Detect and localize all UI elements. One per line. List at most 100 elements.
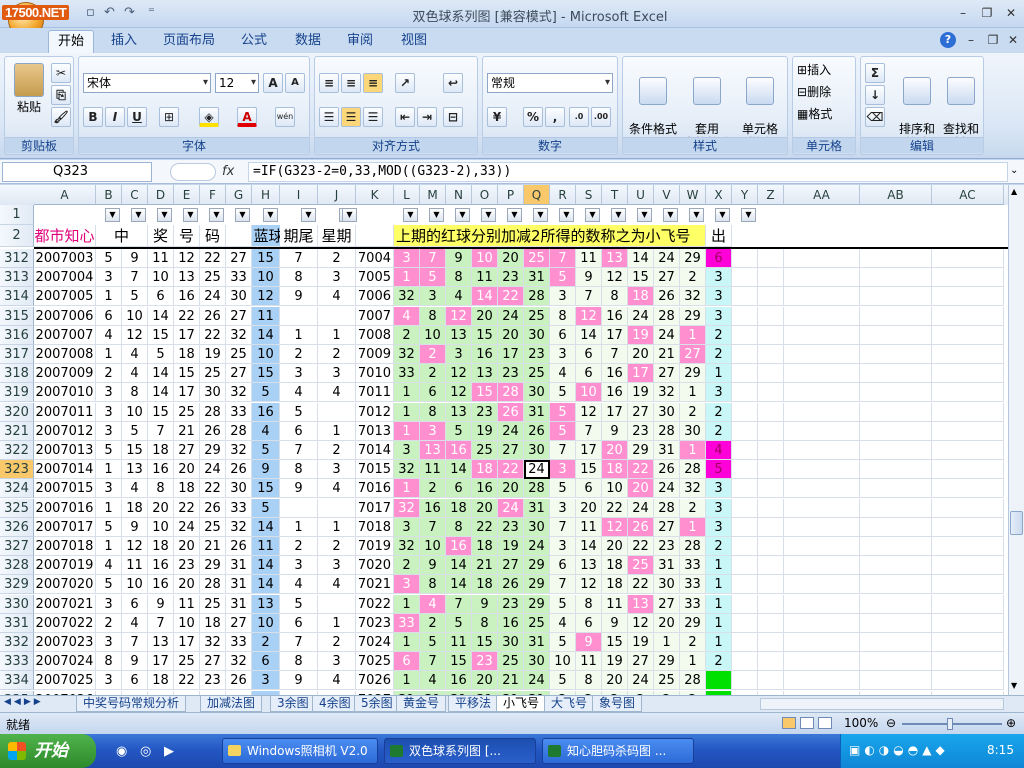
out-count-cell[interactable]: 2 bbox=[706, 422, 732, 441]
fly-number-cell[interactable]: 7 bbox=[576, 287, 602, 306]
period-cell[interactable]: 2007014 bbox=[34, 460, 96, 479]
fly-number-cell[interactable]: 28 bbox=[524, 287, 550, 306]
tray-icons[interactable]: ▣◐◑◒◓▲◆ bbox=[849, 743, 949, 757]
header-prize-2[interactable]: 奖 bbox=[148, 225, 174, 247]
red-ball-cell[interactable]: 3 bbox=[96, 268, 122, 287]
empty-cell[interactable] bbox=[860, 287, 932, 306]
fly-number-cell[interactable]: 1 bbox=[680, 441, 706, 460]
filter-dropdown-icon[interactable]: ▼ bbox=[715, 208, 730, 222]
empty-cell[interactable] bbox=[784, 652, 860, 671]
fly-number-cell[interactable]: 7 bbox=[420, 518, 446, 537]
fly-number-cell[interactable]: 24 bbox=[628, 307, 654, 326]
blue-ball-cell[interactable]: 15 bbox=[252, 479, 280, 498]
filter-dropdown-icon[interactable]: ▼ bbox=[157, 208, 172, 222]
row-header[interactable]: 312 bbox=[0, 249, 34, 268]
empty-cell[interactable] bbox=[758, 326, 784, 345]
issue-cell[interactable]: 7024 bbox=[356, 633, 394, 652]
empty-cell[interactable] bbox=[860, 595, 932, 614]
empty-cell[interactable] bbox=[732, 403, 758, 422]
fly-number-cell[interactable]: 24 bbox=[654, 249, 680, 268]
fly-number-cell[interactable]: 8 bbox=[576, 671, 602, 690]
fly-number-cell[interactable]: 10 bbox=[602, 479, 628, 498]
fly-number-cell[interactable]: 26 bbox=[498, 575, 524, 594]
fly-number-cell[interactable]: 25 bbox=[524, 307, 550, 326]
row-header[interactable]: 316 bbox=[0, 326, 34, 345]
red-ball-cell[interactable]: 25 bbox=[200, 518, 226, 537]
fly-number-cell[interactable]: 16 bbox=[420, 499, 446, 518]
empty-cell[interactable] bbox=[860, 479, 932, 498]
fly-number-cell[interactable]: 3 bbox=[394, 518, 420, 537]
period-cell[interactable]: 2007018 bbox=[34, 537, 96, 556]
fly-number-cell[interactable]: 3 bbox=[394, 249, 420, 268]
empty-cell[interactable] bbox=[758, 307, 784, 326]
fly-number-cell[interactable]: 4 bbox=[394, 307, 420, 326]
issue-cell[interactable]: 7021 bbox=[356, 575, 394, 594]
red-ball-cell[interactable]: 11 bbox=[122, 556, 148, 575]
row-header[interactable]: 324 bbox=[0, 479, 34, 498]
empty-cell[interactable] bbox=[732, 345, 758, 364]
bold-icon[interactable]: B bbox=[83, 107, 103, 127]
row-header[interactable]: 1 bbox=[0, 205, 34, 225]
empty-cell[interactable] bbox=[932, 287, 1004, 306]
scroll-up-icon[interactable]: ▲ bbox=[1011, 187, 1017, 196]
fly-number-cell[interactable]: 11 bbox=[602, 595, 628, 614]
empty-cell[interactable] bbox=[932, 499, 1004, 518]
fly-number-cell[interactable]: 7 bbox=[446, 595, 472, 614]
issue-cell[interactable]: 7008 bbox=[356, 326, 394, 345]
fly-number-cell[interactable]: 2 bbox=[680, 499, 706, 518]
red-ball-cell[interactable]: 20 bbox=[174, 460, 200, 479]
empty-cell[interactable] bbox=[860, 403, 932, 422]
period-cell[interactable]: 2007009 bbox=[34, 364, 96, 383]
red-ball-cell[interactable]: 33 bbox=[226, 268, 252, 287]
weekday-cell[interactable]: 2 bbox=[318, 441, 356, 460]
out-count-cell[interactable]: 3 bbox=[706, 268, 732, 287]
red-ball-cell[interactable]: 1 bbox=[96, 345, 122, 364]
fly-number-cell[interactable]: 27 bbox=[654, 364, 680, 383]
horizontal-scrollbar[interactable] bbox=[760, 698, 1004, 710]
blue-ball-cell[interactable]: 6 bbox=[252, 652, 280, 671]
fly-number-cell[interactable]: 18 bbox=[472, 575, 498, 594]
filter-dropdown-icon[interactable]: ▼ bbox=[533, 208, 548, 222]
fly-number-cell[interactable]: 16 bbox=[498, 614, 524, 633]
red-ball-cell[interactable]: 12 bbox=[122, 326, 148, 345]
fly-number-cell[interactable]: 9 bbox=[420, 556, 446, 575]
blue-ball-cell[interactable]: 10 bbox=[252, 268, 280, 287]
empty-cell[interactable] bbox=[758, 537, 784, 556]
red-ball-cell[interactable]: 25 bbox=[200, 268, 226, 287]
empty-cell[interactable] bbox=[758, 614, 784, 633]
issue-cell[interactable]: 7018 bbox=[356, 518, 394, 537]
grow-font-icon[interactable]: A bbox=[263, 73, 283, 93]
fly-number-cell[interactable]: 6 bbox=[446, 479, 472, 498]
font-color-icon[interactable]: A bbox=[237, 107, 257, 127]
fly-number-cell[interactable]: 4 bbox=[420, 595, 446, 614]
weekday-cell[interactable]: 1 bbox=[318, 614, 356, 633]
fly-number-cell[interactable]: 25 bbox=[654, 671, 680, 690]
row-header[interactable]: 314 bbox=[0, 287, 34, 306]
sheet-tab[interactable]: 大飞号 bbox=[544, 696, 595, 712]
fly-number-cell[interactable]: 18 bbox=[602, 556, 628, 575]
empty-cell[interactable] bbox=[758, 287, 784, 306]
red-ball-cell[interactable]: 9 bbox=[122, 249, 148, 268]
quicklaunch-icon-1[interactable]: ◉ bbox=[116, 744, 127, 759]
red-ball-cell[interactable]: 10 bbox=[122, 575, 148, 594]
fly-number-cell[interactable]: 19 bbox=[602, 652, 628, 671]
ribbon-close-icon[interactable]: ✕ bbox=[1004, 32, 1022, 48]
period-tail-cell[interactable]: 8 bbox=[280, 460, 318, 479]
fly-number-cell[interactable]: 4 bbox=[446, 287, 472, 306]
red-ball-cell[interactable]: 5 bbox=[148, 345, 174, 364]
empty-cell[interactable] bbox=[784, 441, 860, 460]
font-size-select[interactable]: 12 bbox=[215, 73, 259, 93]
sheet-tab[interactable]: 象号图 bbox=[592, 696, 643, 712]
filter-dropdown-icon[interactable]: ▼ bbox=[455, 208, 470, 222]
fly-number-cell[interactable]: 3 bbox=[550, 499, 576, 518]
sheet-nav-icon[interactable]: ◀◀▶▶ bbox=[4, 697, 44, 707]
conditional-format-button[interactable]: 条件格式 bbox=[625, 63, 681, 136]
filter-dropdown-icon[interactable]: ▼ bbox=[585, 208, 600, 222]
red-ball-cell[interactable]: 33 bbox=[226, 633, 252, 652]
fly-number-cell[interactable]: 29 bbox=[680, 307, 706, 326]
empty-cell[interactable] bbox=[732, 633, 758, 652]
fly-number-cell[interactable]: 13 bbox=[576, 556, 602, 575]
fly-number-cell[interactable]: 20 bbox=[498, 326, 524, 345]
period-tail-cell[interactable]: 6 bbox=[280, 422, 318, 441]
fly-number-cell[interactable]: 33 bbox=[680, 595, 706, 614]
